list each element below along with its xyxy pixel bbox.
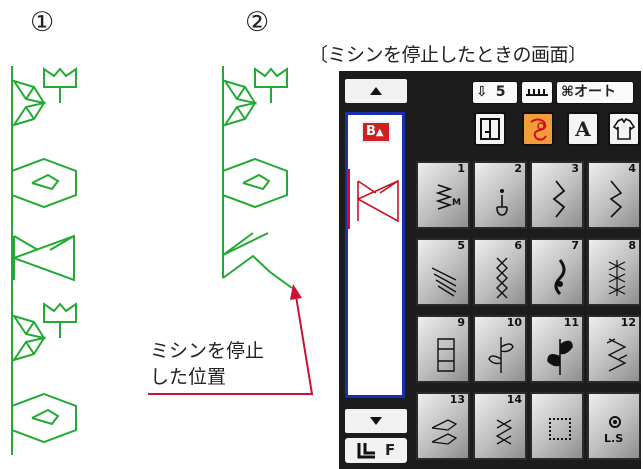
dotted-square-icon [549, 418, 571, 440]
presser-foot-pressure-chip[interactable]: ⇩ 5 [472, 81, 518, 104]
stitch-pattern-button-14[interactable]: 14 [473, 392, 527, 460]
stitch-pattern-button-5[interactable]: 5 [416, 238, 470, 306]
diamond-motif-1 [11, 158, 77, 208]
straight-stitch-tab-icon [480, 118, 500, 140]
auto-label: オート [574, 84, 616, 100]
auto-thread-cut-chip[interactable]: ⌘オート [556, 81, 634, 104]
presser-foot-button[interactable]: F [345, 438, 407, 463]
stitch-pattern-icon [609, 180, 623, 218]
selected-pattern-list[interactable]: B▲ [345, 112, 405, 398]
down-arrow-icon [370, 417, 382, 425]
stitch-length-chip[interactable] [521, 81, 553, 104]
frame-pattern-button[interactable] [530, 392, 584, 460]
badge-letter: B [366, 124, 376, 139]
arrow-head [290, 284, 302, 300]
stitch-pattern-button-9[interactable]: 9 [416, 315, 470, 383]
stitch-pattern-button-13[interactable]: 13 [416, 392, 470, 460]
memory-save-button[interactable]: L.S [587, 392, 641, 460]
stitch-pattern-icon [496, 257, 508, 299]
foot-letter: F [385, 441, 396, 459]
cursor-bar [347, 169, 350, 229]
bow-motif-partial [222, 232, 293, 289]
stitch-pattern-icon [606, 338, 628, 372]
bow-pattern-icon[interactable] [354, 175, 402, 227]
tab-decorative-stitches[interactable] [522, 112, 554, 146]
stitch-pattern-button-8[interactable]: 8 [587, 238, 641, 306]
stitch-pattern-button-3[interactable]: 3 [530, 161, 584, 229]
stitch-pattern-icon [547, 339, 573, 375]
tab-utility-stitches[interactable] [474, 112, 506, 146]
stitch-pattern-button-6[interactable]: 6 [473, 238, 527, 306]
stitch-pattern-icon [495, 419, 513, 445]
memory-pattern-badge[interactable]: B▲ [361, 121, 391, 143]
note-line-2: した位置 [150, 366, 227, 388]
diamond-motif-2 [11, 393, 77, 443]
bow-motif-1 [13, 235, 75, 281]
stitch-pattern-button-4[interactable]: 4 [587, 161, 641, 229]
letter-a-icon: A [575, 117, 591, 141]
scroll-up-button[interactable] [345, 79, 407, 103]
target-icon [609, 416, 621, 428]
foot-pressure-icon: ⇩ [476, 84, 488, 100]
note-line-1: ミシンを停止 [150, 340, 265, 362]
up-arrow-icon [370, 87, 382, 95]
stitch-pattern-button-2[interactable]: 2 [473, 161, 527, 229]
thread-cut-icon: ⌘ [561, 84, 574, 100]
badge-triangle-icon: ▲ [375, 127, 384, 138]
stitch-pattern-button-11[interactable]: 11 [530, 315, 584, 383]
stitch-pattern-icon [552, 180, 566, 218]
stitch-length-icon [526, 89, 548, 96]
stitch-pattern-button-12[interactable]: 12 [587, 315, 641, 383]
foot-pressure-value: 5 [495, 84, 506, 100]
stitch-pattern-icon [488, 337, 514, 373]
stitch-pattern-icon [431, 419, 458, 445]
tab-letters[interactable]: A [567, 112, 599, 146]
stop-position-note: ミシンを停止 した位置 [150, 338, 264, 390]
tulip-motif-2 [13, 303, 77, 361]
shirt-tab-icon [612, 117, 636, 140]
svg-text:M: M [452, 198, 461, 208]
diamond-motif-3 [222, 158, 288, 208]
stitch-pattern-icon [496, 189, 508, 216]
scroll-down-button[interactable] [345, 409, 407, 433]
ls-label: L.S [604, 432, 624, 445]
stitch-pattern-button-7[interactable]: 7 [530, 238, 584, 306]
decorative-stitch-tab-icon [530, 118, 547, 141]
screen-caption: 〔ミシンを停止したときの画面〕 [309, 44, 587, 66]
presser-foot-icon [357, 443, 375, 459]
stitch-pattern-icon [431, 267, 457, 297]
stitch-pattern-icon: M [435, 184, 461, 210]
stitch-pattern-button-1[interactable]: 1M [416, 161, 470, 229]
stitch-pattern-button-10[interactable]: 10 [473, 315, 527, 383]
stitch-pattern-icon [554, 259, 566, 296]
tulip-motif-1 [13, 68, 77, 126]
stitch-pattern-icon [437, 338, 455, 372]
stitch-pattern-icon [608, 260, 626, 296]
tab-garment[interactable] [608, 112, 640, 146]
tulip-motif-3 [224, 68, 288, 126]
stitch-illustration [11, 66, 314, 455]
